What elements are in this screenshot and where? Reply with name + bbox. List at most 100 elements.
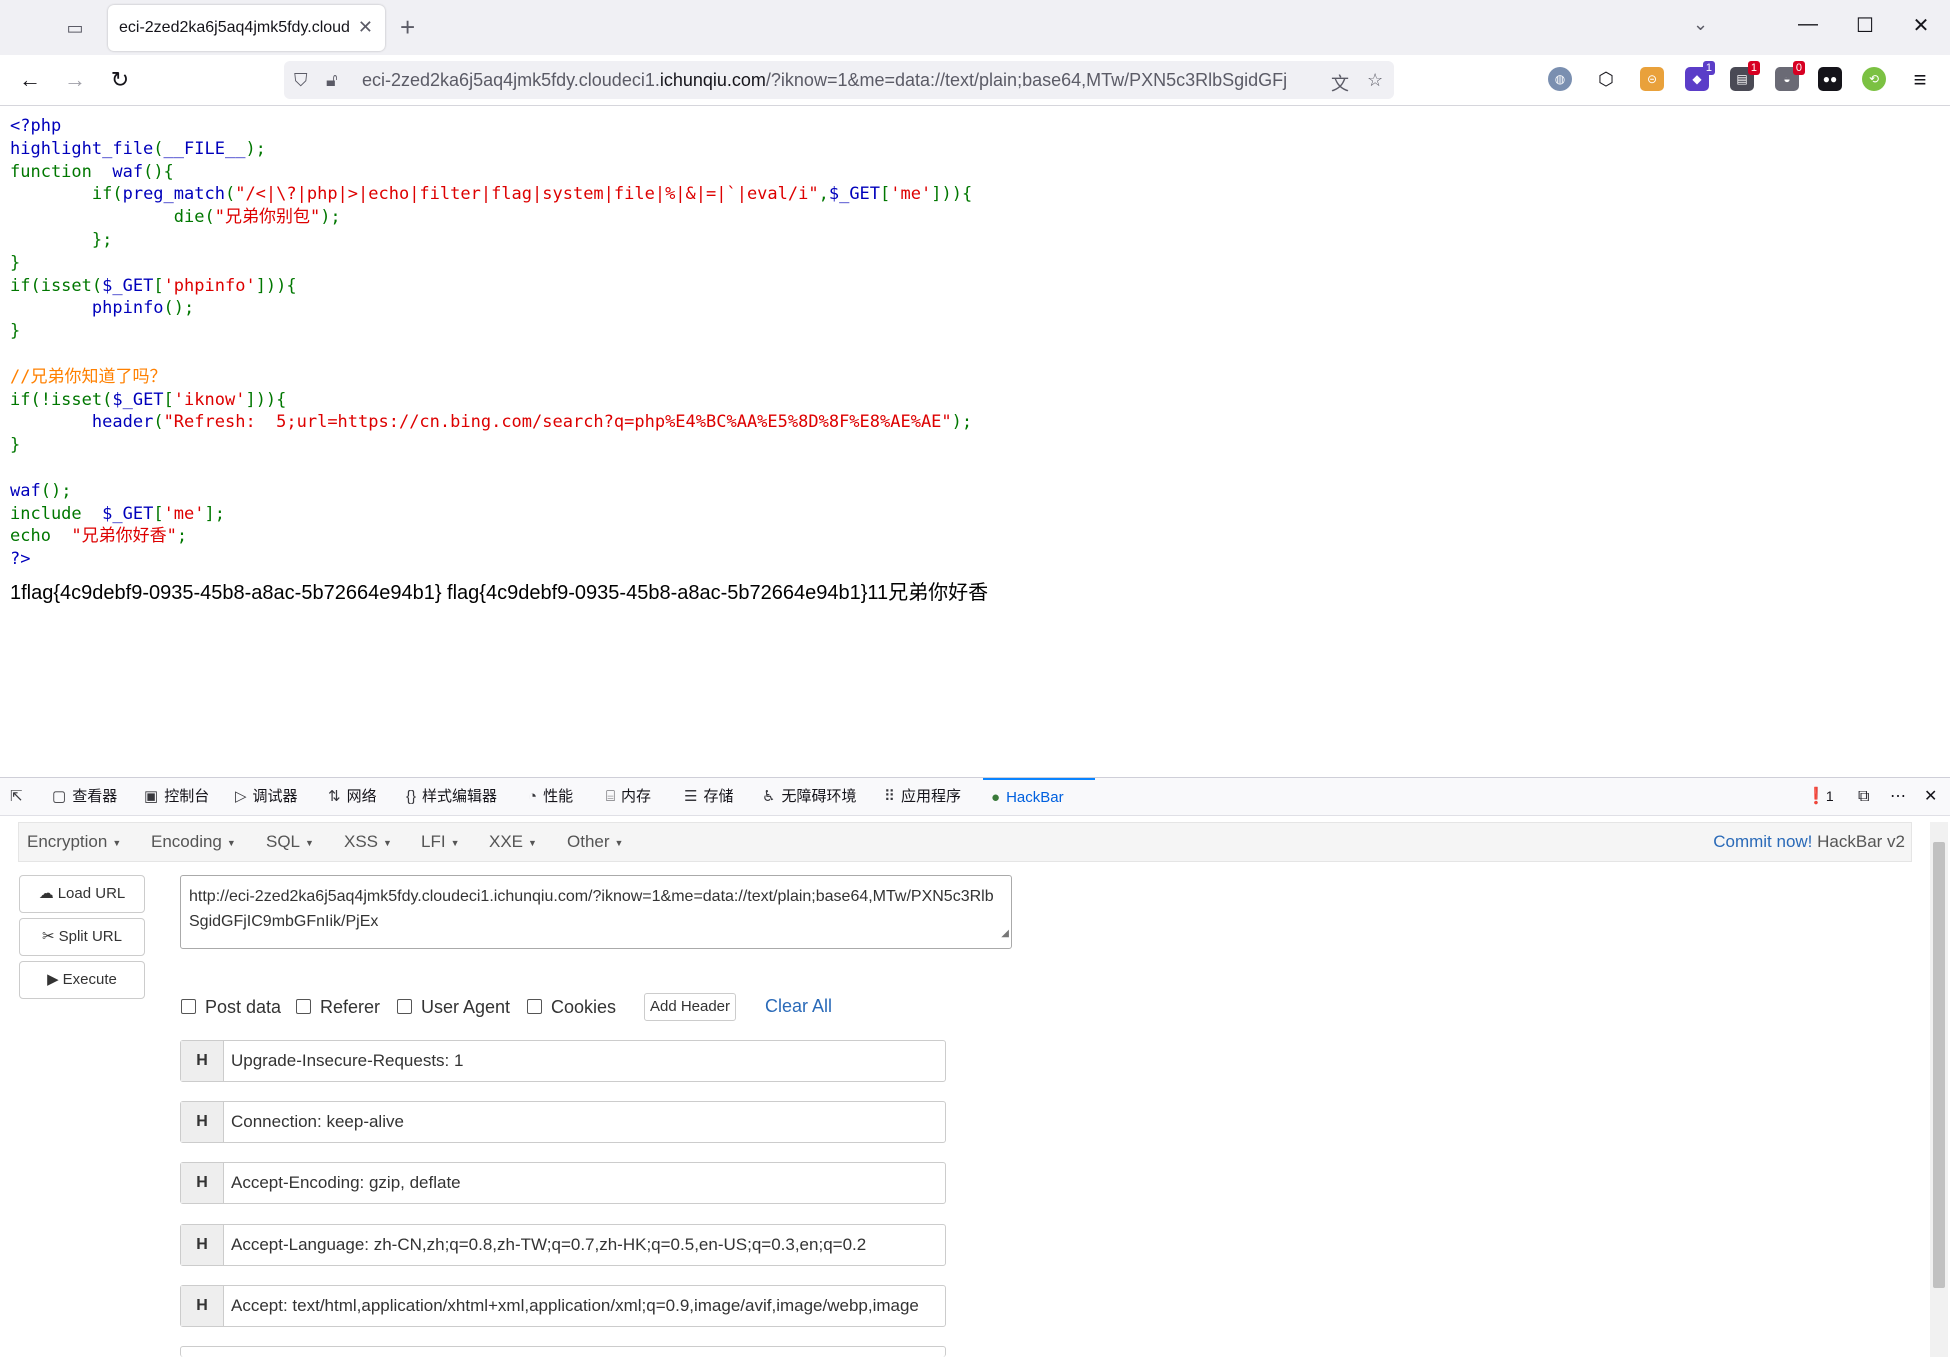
code-token: 'me' bbox=[890, 184, 932, 205]
dock-icon[interactable]: ⧉ bbox=[1858, 778, 1869, 815]
referer-checkbox[interactable]: Referer bbox=[296, 997, 380, 1018]
code-token: [ bbox=[163, 389, 174, 410]
code-token: (); bbox=[163, 298, 195, 319]
insecure-lock-icon[interactable]: 🔓︎ bbox=[326, 70, 338, 91]
split-url-button[interactable]: ✂ Split URL bbox=[19, 918, 145, 956]
execute-button[interactable]: ▶ Execute bbox=[19, 961, 145, 999]
tab-storage[interactable]: ☰ 存储 bbox=[684, 778, 733, 815]
tab-strip: ▭ eci-2zed2ka6j5aq4jmk5fdy.cloud ✕ + ⌄ —… bbox=[0, 0, 1950, 55]
cookies-checkbox[interactable]: Cookies bbox=[527, 997, 616, 1018]
code-line: phpinfo(); bbox=[10, 297, 972, 320]
window-close-icon[interactable]: ✕ bbox=[1906, 13, 1936, 38]
menu-lfi[interactable]: LFI ▼ bbox=[421, 832, 459, 852]
menu-hamburger-icon[interactable]: ≡ bbox=[1905, 65, 1935, 95]
menu-xxe[interactable]: XXE ▼ bbox=[489, 832, 537, 852]
code-token: 'phpinfo' bbox=[163, 275, 256, 296]
tab-application[interactable]: ⠿ 应用程序 bbox=[884, 778, 961, 815]
menu-other[interactable]: Other ▼ bbox=[567, 832, 623, 852]
code-line: } bbox=[10, 434, 972, 457]
shield-icon[interactable]: ⛉ bbox=[294, 70, 308, 91]
menu-encoding[interactable]: Encoding ▼ bbox=[151, 832, 236, 852]
code-line: }; bbox=[10, 229, 972, 252]
nav-bar: ← → ↻ ⛉ 🔓︎ eci-2zed2ka6j5aq4jmk5fdy.clou… bbox=[0, 55, 1950, 106]
code-line: die("兄弟你别包"); bbox=[10, 206, 972, 229]
devtools-close-icon[interactable]: ✕ bbox=[1924, 778, 1937, 815]
firefox-view-icon[interactable]: ▭ bbox=[62, 16, 88, 40]
browser-tab[interactable]: eci-2zed2ka6j5aq4jmk5fdy.cloud ✕ bbox=[108, 5, 385, 51]
forward-icon[interactable]: → bbox=[60, 65, 90, 95]
tabs-list-chevron-icon[interactable]: ⌄ bbox=[1693, 14, 1708, 35]
code-line: if(isset($_GET['phpinfo'])){ bbox=[10, 275, 972, 298]
code-token: ])){ bbox=[255, 275, 297, 296]
code-token: waf bbox=[112, 161, 144, 182]
menu-encryption[interactable]: Encryption ▼ bbox=[27, 832, 121, 852]
extension-green-icon[interactable]: ⟲ bbox=[1862, 67, 1886, 91]
error-count[interactable]: ❗1 bbox=[1806, 778, 1834, 815]
hackbar-url-textarea[interactable]: http://eci-2zed2ka6j5aq4jmk5fdy.cloudeci… bbox=[180, 875, 1012, 949]
more-options-icon[interactable]: ⋯ bbox=[1890, 778, 1906, 815]
header-input[interactable]: Connection: keep-alive bbox=[231, 1112, 937, 1132]
code-line: if(preg_match("/<|\?|php|>|echo|filter|f… bbox=[10, 183, 972, 206]
tab-inspector[interactable]: ▢ 查看器 bbox=[52, 778, 117, 815]
element-picker-icon[interactable]: ⇱ bbox=[10, 778, 29, 815]
tab-close-icon[interactable]: ✕ bbox=[358, 17, 373, 38]
tab-console[interactable]: ▣ 控制台 bbox=[144, 778, 209, 815]
extension-fox-icon[interactable]: ⊝ bbox=[1640, 67, 1664, 91]
tab-network[interactable]: ⇅ 网络 bbox=[328, 778, 377, 815]
header-input[interactable]: Accept: text/html,application/xhtml+xml,… bbox=[231, 1296, 937, 1316]
tab-debugger[interactable]: ▷ 调试器 bbox=[235, 778, 298, 815]
reload-icon[interactable]: ↻ bbox=[105, 65, 135, 95]
code-line: include $_GET['me']; bbox=[10, 503, 972, 526]
code-line: } bbox=[10, 252, 972, 275]
clear-all-link[interactable]: Clear All bbox=[765, 996, 832, 1017]
code-line: highlight_file(__FILE__); bbox=[10, 138, 972, 161]
hackbar-scrollbar[interactable] bbox=[1930, 822, 1948, 1357]
extension-mask-icon[interactable]: ●● bbox=[1818, 67, 1842, 91]
extensions-puzzle-icon[interactable]: ⬡ bbox=[1594, 67, 1618, 91]
code-line: <?php bbox=[10, 115, 972, 138]
extension-translate-icon[interactable]: ▤ 1 bbox=[1730, 61, 1760, 91]
load-url-button[interactable]: ☁ Load URL bbox=[19, 875, 145, 913]
header-input[interactable]: Accept-Language: zh-CN,zh;q=0.8,zh-TW;q=… bbox=[231, 1235, 937, 1255]
post-data-checkbox[interactable]: Post data bbox=[181, 997, 281, 1018]
url-bar[interactable]: ⛉ 🔓︎ eci-2zed2ka6j5aq4jmk5fdy.cloudeci1.… bbox=[284, 61, 1394, 99]
menu-xss[interactable]: XSS ▼ bbox=[344, 832, 392, 852]
tab-memory[interactable]: ⌸ 内存 bbox=[606, 778, 651, 815]
code-line: function waf(){ bbox=[10, 161, 972, 184]
code-token: (){ bbox=[143, 161, 174, 182]
new-tab-icon[interactable]: + bbox=[400, 12, 415, 42]
back-icon[interactable]: ← bbox=[15, 65, 45, 95]
php-source-code: <?php highlight_file(__FILE__); function w… bbox=[10, 115, 972, 571]
extension-ghost-icon[interactable]: ◒ 0 bbox=[1775, 61, 1805, 91]
url-text[interactable]: eci-2zed2ka6j5aq4jmk5fdy.cloudeci1.ichun… bbox=[362, 70, 1322, 91]
tab-performance[interactable]: ◔ 性能 bbox=[528, 778, 573, 815]
resize-handle-icon[interactable]: ◢ bbox=[1001, 921, 1009, 946]
code-token: }; bbox=[10, 229, 113, 250]
code-token: preg_match bbox=[122, 184, 225, 205]
header-tag: H bbox=[181, 1041, 224, 1081]
bookmark-star-icon[interactable]: ☆ bbox=[1367, 70, 1383, 91]
tab-style-editor[interactable]: {} 样式编辑器 bbox=[406, 778, 497, 815]
header-input[interactable]: Upgrade-Insecure-Requests: 1 bbox=[231, 1051, 937, 1071]
header-input[interactable]: Accept-Encoding: gzip, deflate bbox=[231, 1173, 937, 1193]
menu-sql[interactable]: SQL ▼ bbox=[266, 832, 314, 852]
user-agent-checkbox[interactable]: User Agent bbox=[397, 997, 510, 1018]
code-token: 'me' bbox=[163, 503, 205, 524]
accessibility-icon: ♿︎ bbox=[762, 788, 776, 805]
scrollbar-thumb[interactable] bbox=[1933, 842, 1945, 1288]
tab-hackbar[interactable]: ● HackBar bbox=[983, 778, 1095, 815]
code-token: ])){ bbox=[931, 184, 973, 205]
header-tag: H bbox=[181, 1225, 224, 1265]
minimize-icon[interactable]: — bbox=[1793, 13, 1823, 36]
commit-text: Commit now! HackBar v2 bbox=[1713, 832, 1905, 851]
translate-icon[interactable]: 文 bbox=[1331, 70, 1349, 96]
extension-globe-icon[interactable]: ◍ bbox=[1548, 67, 1572, 91]
maximize-icon[interactable]: ☐ bbox=[1850, 13, 1880, 38]
add-header-button[interactable]: Add Header bbox=[644, 993, 736, 1021]
tab-accessibility[interactable]: ♿︎ 无障碍环境 bbox=[762, 778, 856, 815]
code-line: waf(); bbox=[10, 480, 972, 503]
extension-purple-icon[interactable]: ◆ 1 bbox=[1685, 61, 1715, 91]
commit-now-link[interactable]: Commit now! bbox=[1713, 832, 1812, 851]
